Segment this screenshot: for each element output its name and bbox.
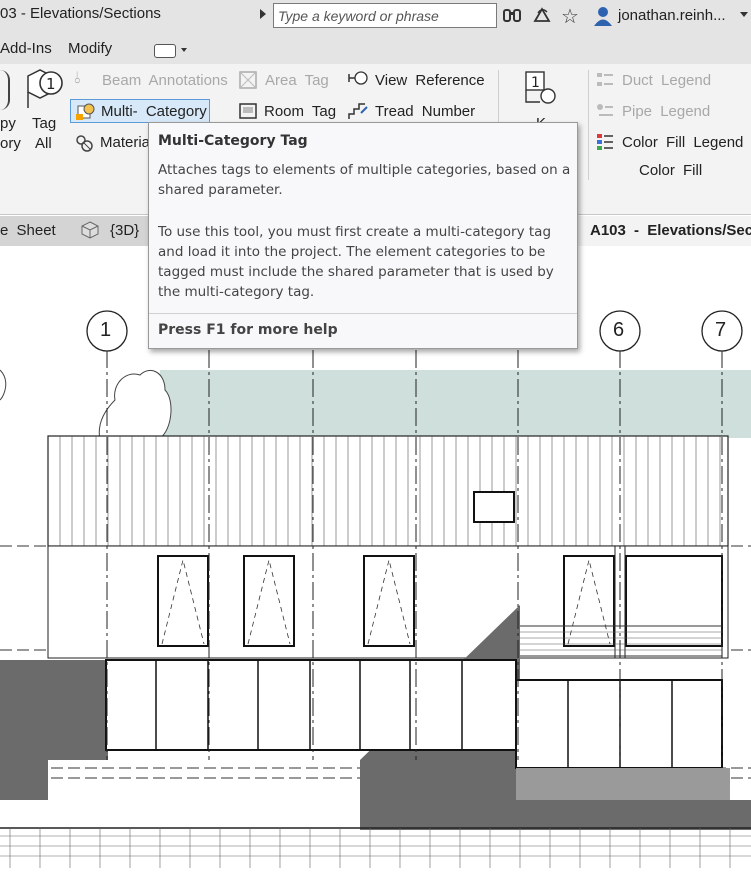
window-title: 03 - Elevations/Sections bbox=[0, 5, 161, 22]
view-reference-icon bbox=[347, 70, 369, 94]
favorites-star-icon[interactable]: ☆ bbox=[561, 4, 579, 29]
pipe-legend-icon bbox=[595, 101, 615, 125]
material-tag-icon bbox=[74, 133, 94, 157]
menu-add-ins[interactable]: Add-Ins bbox=[0, 40, 52, 57]
grid-bubble-1[interactable]: 1 bbox=[100, 319, 111, 342]
ribbon-separator bbox=[588, 70, 589, 180]
duct-legend-icon bbox=[595, 70, 615, 94]
multi-category-tag-icon bbox=[74, 102, 96, 126]
tooltip-help-hint: Press F1 for more help bbox=[158, 322, 338, 338]
ribbon-left-label-2[interactable]: ory bbox=[0, 135, 21, 152]
room-tag-button[interactable]: Room Tag bbox=[264, 103, 336, 120]
partial-tool-icon[interactable] bbox=[0, 70, 10, 110]
tooltip-description: Attaches tags to elements of multiple ca… bbox=[158, 162, 571, 198]
tag-all-label-2[interactable]: All bbox=[35, 135, 52, 152]
binoculars-icon[interactable] bbox=[502, 5, 522, 29]
tooltip-details: To use this tool, you must first create … bbox=[158, 224, 554, 300]
tab-active-label[interactable]: A103 - Elevations/Secti bbox=[590, 222, 751, 239]
username-label[interactable]: jonathan.reinh... bbox=[618, 7, 726, 24]
multi-category-label[interactable]: Multi- Category bbox=[101, 103, 207, 120]
grid-bubble-6[interactable]: 6 bbox=[613, 319, 624, 342]
area-tag-button[interactable]: Area Tag bbox=[265, 72, 329, 89]
duct-legend-button[interactable]: Duct Legend bbox=[622, 72, 711, 89]
tooltip-divider bbox=[149, 313, 577, 314]
tab-sheet[interactable]: e Sheet bbox=[0, 222, 56, 239]
pipe-legend-button[interactable]: Pipe Legend bbox=[622, 103, 710, 120]
tag-all-label-1[interactable]: Tag bbox=[32, 115, 56, 132]
tread-number-button[interactable]: Tread Number bbox=[375, 103, 475, 120]
svg-text:1: 1 bbox=[46, 75, 56, 93]
tag-all-icon[interactable]: 1 bbox=[22, 66, 66, 116]
tooltip-title: Multi-Category Tag bbox=[158, 133, 308, 149]
ribbon-display-toggle-icon[interactable] bbox=[154, 44, 176, 58]
color-fill-legend-button[interactable]: Color Fill Legend bbox=[622, 134, 743, 151]
svg-text:1: 1 bbox=[531, 75, 540, 91]
keynote-icon[interactable]: 1 bbox=[518, 68, 566, 116]
grid-bubble-7[interactable]: 7 bbox=[715, 319, 726, 342]
search-expand-arrow-icon[interactable] bbox=[260, 9, 266, 19]
tab-3d[interactable]: {3D} bbox=[110, 222, 139, 239]
subscription-center-icon[interactable] bbox=[532, 5, 552, 29]
view-reference-button[interactable]: View Reference bbox=[375, 72, 485, 89]
chevron-down-icon[interactable] bbox=[740, 12, 748, 17]
area-tag-icon bbox=[238, 70, 258, 94]
material-tag-button[interactable]: Materia bbox=[100, 134, 150, 151]
user-icon[interactable] bbox=[592, 5, 614, 31]
cube-3d-icon bbox=[80, 220, 100, 244]
menu-modify[interactable]: Modify bbox=[68, 40, 112, 57]
ribbon-left-label-1[interactable]: py bbox=[0, 115, 16, 132]
color-fill-panel-label: Color Fill bbox=[639, 162, 703, 179]
chevron-down-icon[interactable] bbox=[181, 48, 187, 52]
search-input[interactable] bbox=[273, 3, 497, 28]
beam-annotation-icon: ⫰ bbox=[74, 70, 81, 87]
tooltip: Multi-Category Tag Attaches tags to elem… bbox=[148, 122, 578, 349]
menu-bar bbox=[0, 34, 751, 64]
beam-annotations-button[interactable]: Beam Annotations bbox=[102, 72, 228, 89]
color-fill-legend-icon bbox=[595, 132, 615, 156]
